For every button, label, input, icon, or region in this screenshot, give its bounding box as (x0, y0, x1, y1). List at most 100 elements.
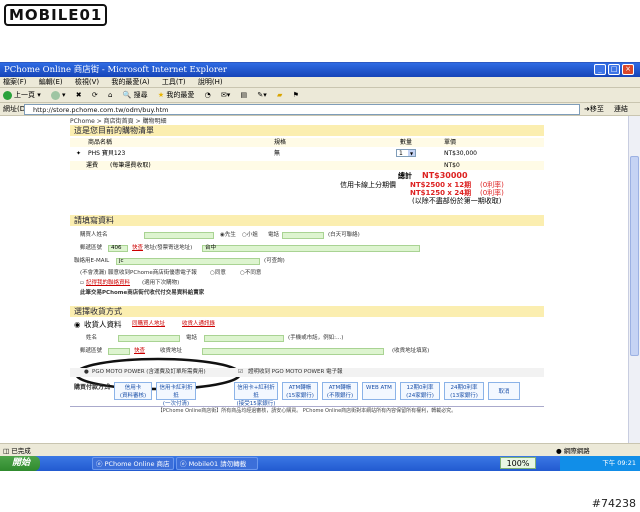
option-checkbox[interactable]: ☑ (238, 368, 243, 377)
address-field[interactable]: 台中 (202, 245, 420, 252)
start-button[interactable]: 開始 (0, 456, 40, 471)
menu-favorites[interactable]: 我的最愛(A) (111, 78, 149, 86)
refresh-icon[interactable]: ⟳ (92, 88, 98, 103)
forward-button[interactable]: ▾ (50, 88, 66, 103)
window-title: PChome Online 商店街 - Microsoft Internet E… (4, 65, 227, 75)
zoom-indicator[interactable]: 100% (500, 457, 536, 469)
buyer-email-row: 聯絡用E-MAIL jc (可查詢) (70, 257, 544, 266)
buyer-header: 請填寫資料 (70, 215, 544, 226)
buyer-name-row: 購買人姓名 ◉先生 ○小姐 電話 (白天可聯絡) (70, 231, 544, 240)
task-mobile01[interactable]: ⓔ Mobile01 請勿轉載的... (176, 457, 258, 480)
recipient-phone-label: 電話 (186, 335, 198, 341)
shipping-label: 運費 (86, 162, 99, 169)
recipient-row: ◉ 收貨人資料 同購買人地址 收貨人通訊錄 (70, 320, 544, 329)
links-label[interactable]: 連結 (614, 103, 628, 116)
recipient-name-field[interactable] (118, 335, 180, 342)
address-input[interactable]: http://store.pchome.com.tw/odm/buy.htm (24, 104, 580, 115)
newsletter-label: (不會洩漏) 願意收到PChome商店街優惠電子報 (80, 270, 197, 276)
footer-text: 【PChome Online商店街】所有商品均經過審核，請安心購買。 PChom… (70, 406, 544, 415)
agree-radio[interactable]: ○同意 (210, 269, 226, 278)
recipient-zip-link[interactable]: 快查 (134, 347, 145, 356)
mail-icon[interactable]: ✉▾ (221, 88, 230, 103)
cart-column-headers: 商品名稱 規格 數量 單價 (70, 138, 544, 147)
stop-icon[interactable]: ✖ (76, 88, 82, 103)
remember-row: ▫ 記得我的聯絡資料 (適用下次購物) (70, 279, 544, 288)
address-label: 地址(發票寄送地址) (144, 245, 193, 251)
messenger-icon[interactable]: ⚑ (293, 88, 299, 103)
minimize-button[interactable]: _ (594, 64, 606, 75)
pay-bonus-button[interactable]: 信用卡紅利折抵 (一次付清) (156, 382, 196, 407)
email-field[interactable]: jc (116, 258, 260, 265)
maximize-button[interactable]: □ (608, 64, 620, 75)
pay-card-bonus-button[interactable]: 信用卡+紅利折抵 (接受15家銀行) (234, 382, 278, 407)
pay-24-installment-button[interactable]: 24期0利率 (13家銀行) (444, 382, 484, 400)
zip-field[interactable]: 406 (108, 245, 128, 252)
menu-file[interactable]: 檔案(F) (3, 78, 27, 86)
quantity-select[interactable]: 1 ▼ (396, 149, 416, 157)
close-button[interactable]: × (622, 64, 634, 75)
address-book-link[interactable]: 收貨人通訊錄 (182, 320, 215, 329)
pay-web-atm-button[interactable]: WEB ATM (362, 382, 396, 400)
email-label: 聯絡用E-MAIL (74, 258, 110, 264)
menu-view[interactable]: 檢視(V) (75, 78, 99, 86)
home-icon[interactable]: ⌂ (108, 88, 112, 103)
clock: 下午 09:21 (602, 459, 636, 467)
disclaimer-row: 此筆交易PChome商店街代收代付交易資料給賣家 (70, 289, 544, 298)
option-row: ● PGO MOTO POWER (含運費及訂單所需費用) ☑ 證明收到 PGO… (70, 368, 544, 377)
status-bar: ◫ 已完成 ● 網際網路 (0, 443, 640, 457)
pay-credit-card-button[interactable]: 信用卡 (資料審核) (114, 382, 152, 400)
cart-header: 這是您目前的購物清單 (70, 125, 544, 136)
disclaimer-text: 此筆交易PChome商店街代收代付交易資料給賣家 (80, 290, 205, 296)
search-button[interactable]: 🔍 搜尋 (123, 88, 148, 103)
recipient-radio[interactable]: ◉ (74, 320, 81, 329)
newsletter-row: (不會洩漏) 願意收到PChome商店街優惠電子報 ○同意 ○不同意 (70, 269, 544, 278)
recipient-title: 收貨人資料 (84, 320, 122, 329)
option-radio[interactable]: ● (84, 368, 89, 377)
recipient-address-row: 郵遞區號 快查 收貨地址 (收貨地址填寫) (70, 347, 544, 356)
task-pchome[interactable]: ⓔ PChome Online 商店 (92, 457, 174, 470)
edit-icon[interactable]: ✎▾ (257, 88, 266, 103)
back-arrow-icon (3, 90, 12, 100)
status-text: 已完成 (11, 447, 31, 455)
disagree-radio[interactable]: ○不同意 (240, 269, 261, 278)
shipping-row: 運費 (每筆運費收取) NT$0 (70, 161, 544, 170)
female-radio[interactable]: ○小姐 (242, 231, 258, 240)
menu-help[interactable]: 說明(H) (198, 78, 223, 86)
name-label: 購買人姓名 (80, 232, 108, 238)
go-button[interactable]: ➜移至 (584, 103, 604, 116)
remember-checkbox[interactable]: ▫ (80, 279, 84, 288)
cart-item-row: ✦ PHS 寶貝123 無 1 ▼ NT$30,000 (70, 149, 544, 158)
pay-atm-any-button[interactable]: ATM轉帳 (不限銀行) (322, 382, 358, 400)
remember-link[interactable]: 記得我的聯絡資料 (86, 279, 130, 288)
menu-tools[interactable]: 工具(T) (162, 78, 186, 86)
folder-icon[interactable]: ▰ (277, 88, 282, 103)
favorites-button[interactable]: ★ 我的最愛 (158, 88, 195, 103)
vertical-scrollbar[interactable] (628, 116, 640, 443)
payment-header: 選擇收貨方式 (70, 306, 544, 317)
zip-lookup-link[interactable]: 快查 (132, 244, 143, 253)
shipping-value: NT$0 (444, 162, 460, 169)
pay-12-installment-button[interactable]: 12期0利率 (24家銀行) (400, 382, 440, 400)
pay-atm-15-button[interactable]: ATM轉帳 (15家銀行) (282, 382, 318, 400)
recipient-address-field[interactable] (202, 348, 384, 355)
cancel-button[interactable]: 取消 (488, 382, 520, 400)
same-as-buyer-link[interactable]: 同購買人地址 (132, 320, 165, 329)
print-icon[interactable]: ▤ (241, 88, 248, 103)
installment-note: (以除不盡部份於第一期收取) (412, 197, 502, 205)
menu-edit[interactable]: 編輯(E) (39, 78, 63, 86)
history-icon[interactable]: ◔ (205, 88, 211, 103)
toolbar: 上一頁 ▾ ▾ ✖ ⟳ ⌂ 🔍 搜尋 ★ 我的最愛 ◔ ✉▾ ▤ ✎▾ ▰ ⚑ (0, 88, 640, 103)
totals-block: 總計 NT$30000 信用卡線上分期價 NT$2500 x 12期 (0利率)… (70, 171, 544, 205)
col-qty: 數量 (400, 139, 413, 146)
phone-field[interactable] (282, 232, 324, 239)
col-price: 單價 (444, 139, 457, 146)
recipient-zip-field[interactable] (108, 348, 130, 355)
recipient-phone-field[interactable] (204, 335, 284, 342)
scroll-thumb[interactable] (630, 156, 639, 356)
phone-note: (白天可聯絡) (328, 232, 360, 238)
back-button[interactable]: 上一頁 ▾ (3, 88, 41, 103)
breadcrumb: PChome > 商店街首頁 > 購物明細 (70, 118, 167, 125)
buyer-name-field[interactable] (144, 232, 214, 239)
system-tray: 下午 09:21 (560, 456, 640, 471)
male-radio[interactable]: ◉先生 (220, 231, 236, 240)
